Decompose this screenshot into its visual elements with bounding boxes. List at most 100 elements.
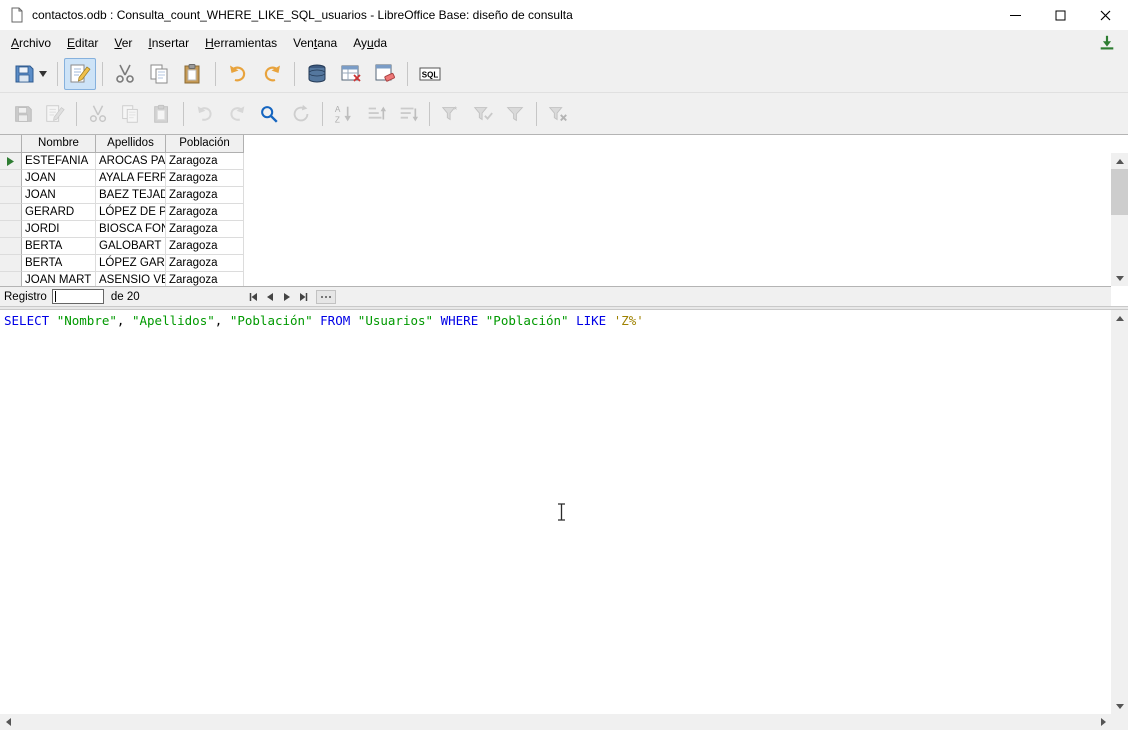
cell[interactable]: JORDI bbox=[22, 221, 96, 238]
scroll-down-button[interactable] bbox=[1111, 270, 1128, 286]
menu-insertar[interactable]: Insertar bbox=[140, 30, 197, 56]
column-header-apellidos[interactable]: Apellidos bbox=[96, 135, 166, 153]
close-button[interactable] bbox=[1083, 0, 1128, 30]
redo-icon bbox=[226, 103, 248, 125]
last-record-button[interactable] bbox=[296, 289, 311, 304]
edit-document-button[interactable] bbox=[64, 58, 96, 90]
dropdown-arrow-icon[interactable] bbox=[39, 71, 47, 77]
cell[interactable]: Zaragoza bbox=[166, 170, 244, 187]
previous-record-button[interactable] bbox=[262, 289, 277, 304]
cell[interactable]: LÓPEZ DE PA bbox=[96, 204, 166, 221]
row-selector[interactable] bbox=[0, 204, 22, 221]
copy-button[interactable] bbox=[143, 58, 175, 90]
menu-ver[interactable]: Ver bbox=[106, 30, 140, 56]
record-number-input[interactable] bbox=[52, 289, 104, 304]
paste-icon bbox=[151, 103, 173, 125]
next-record-button[interactable] bbox=[279, 289, 294, 304]
cell[interactable]: JOAN bbox=[22, 170, 96, 187]
cell[interactable]: Zaragoza bbox=[166, 187, 244, 204]
sql-token-keyword: FROM bbox=[320, 313, 350, 328]
cell[interactable]: GERARD bbox=[22, 204, 96, 221]
row-selector[interactable] bbox=[0, 238, 22, 255]
edit-icon bbox=[68, 62, 92, 86]
scroll-down-button[interactable] bbox=[1111, 698, 1128, 714]
row-selector[interactable] bbox=[0, 272, 22, 286]
cut-icon bbox=[113, 62, 137, 86]
scroll-left-button[interactable] bbox=[0, 714, 16, 730]
select-all-corner[interactable] bbox=[0, 135, 22, 153]
menu-ventana[interactable]: Ventana bbox=[285, 30, 345, 56]
record-nav-buttons bbox=[245, 289, 311, 304]
cell[interactable]: BAEZ TEJADO bbox=[96, 187, 166, 204]
sort-asc-icon bbox=[365, 103, 387, 125]
sql-horizontal-scrollbar[interactable] bbox=[0, 714, 1111, 730]
save-button[interactable] bbox=[8, 58, 51, 90]
cell[interactable]: ASENSIO VEG bbox=[96, 272, 166, 286]
grid-vertical-scrollbar[interactable] bbox=[1111, 153, 1128, 286]
save-record-button bbox=[8, 99, 38, 129]
row-selector[interactable] bbox=[0, 153, 22, 170]
menu-herramientas[interactable]: Herramientas bbox=[197, 30, 285, 56]
toolbar-separator bbox=[76, 102, 77, 126]
cell[interactable]: Zaragoza bbox=[166, 238, 244, 255]
first-record-button[interactable] bbox=[245, 289, 260, 304]
column-header-nombre[interactable]: Nombre bbox=[22, 135, 96, 153]
sql-token-plain: , bbox=[117, 313, 132, 328]
minimize-button[interactable] bbox=[993, 0, 1038, 30]
sql-token-identifier: "Población" bbox=[230, 313, 313, 328]
record-label: Registro bbox=[4, 291, 47, 303]
grid-header-row: NombreApellidosPoblación bbox=[0, 135, 1111, 153]
cell[interactable]: GALOBART G bbox=[96, 238, 166, 255]
run-sql-directly-button[interactable] bbox=[414, 58, 446, 90]
row-selector[interactable] bbox=[0, 170, 22, 187]
cell[interactable]: JOAN bbox=[22, 187, 96, 204]
find-record-button[interactable] bbox=[254, 99, 284, 129]
cell[interactable]: LÓPEZ GARR bbox=[96, 255, 166, 272]
grid-scrollbar-thumb[interactable] bbox=[1111, 169, 1128, 215]
scroll-up-button[interactable] bbox=[1111, 310, 1128, 326]
run-query-button[interactable] bbox=[301, 58, 333, 90]
record-navigation-bar: Registro de 20 bbox=[0, 286, 1111, 306]
sql-vertical-scrollbar[interactable] bbox=[1111, 310, 1128, 714]
paste-button[interactable] bbox=[177, 58, 209, 90]
cell[interactable]: ESTEFANIA bbox=[22, 153, 96, 170]
cell[interactable]: AYALA FERRE bbox=[96, 170, 166, 187]
record-total-label: de 20 bbox=[111, 291, 140, 303]
row-selector[interactable] bbox=[0, 187, 22, 204]
cell[interactable]: AROCAS PAS bbox=[96, 153, 166, 170]
cell[interactable]: Zaragoza bbox=[166, 204, 244, 221]
grid-horizontal-scrollbar[interactable] bbox=[316, 290, 336, 304]
menu-ayuda[interactable]: Ayuda bbox=[345, 30, 395, 56]
maximize-button[interactable] bbox=[1038, 0, 1083, 30]
update-available-button[interactable] bbox=[1098, 34, 1116, 52]
sql-token-identifier: "Nombre" bbox=[57, 313, 117, 328]
design-view-on-off-button[interactable] bbox=[369, 58, 401, 90]
column-header-población[interactable]: Población bbox=[166, 135, 244, 153]
cell[interactable]: BERTA bbox=[22, 238, 96, 255]
scroll-up-button[interactable] bbox=[1111, 153, 1128, 169]
cell[interactable]: Zaragoza bbox=[166, 221, 244, 238]
cut-button bbox=[83, 99, 113, 129]
menu-archivo[interactable]: Archivo bbox=[3, 30, 59, 56]
sort-button bbox=[329, 99, 359, 129]
reset-filter-button bbox=[543, 99, 573, 129]
row-selector[interactable] bbox=[0, 221, 22, 238]
cell[interactable]: Zaragoza bbox=[166, 272, 244, 286]
menu-editar[interactable]: Editar bbox=[59, 30, 106, 56]
cell[interactable]: Zaragoza bbox=[166, 153, 244, 170]
sql-token-plain bbox=[478, 313, 486, 328]
clear-query-button[interactable] bbox=[335, 58, 367, 90]
toolbar-separator bbox=[407, 62, 408, 86]
cell[interactable]: BERTA bbox=[22, 255, 96, 272]
scroll-right-button[interactable] bbox=[1095, 714, 1111, 730]
last-record-icon bbox=[298, 291, 310, 303]
cut-button[interactable] bbox=[109, 58, 141, 90]
cell[interactable]: JOAN MART bbox=[22, 272, 96, 286]
sort-az-icon bbox=[333, 103, 355, 125]
redo-button[interactable] bbox=[256, 58, 288, 90]
window-controls bbox=[993, 0, 1128, 30]
row-selector[interactable] bbox=[0, 255, 22, 272]
undo-button[interactable] bbox=[222, 58, 254, 90]
cell[interactable]: BIOSCA FON bbox=[96, 221, 166, 238]
cell[interactable]: Zaragoza bbox=[166, 255, 244, 272]
